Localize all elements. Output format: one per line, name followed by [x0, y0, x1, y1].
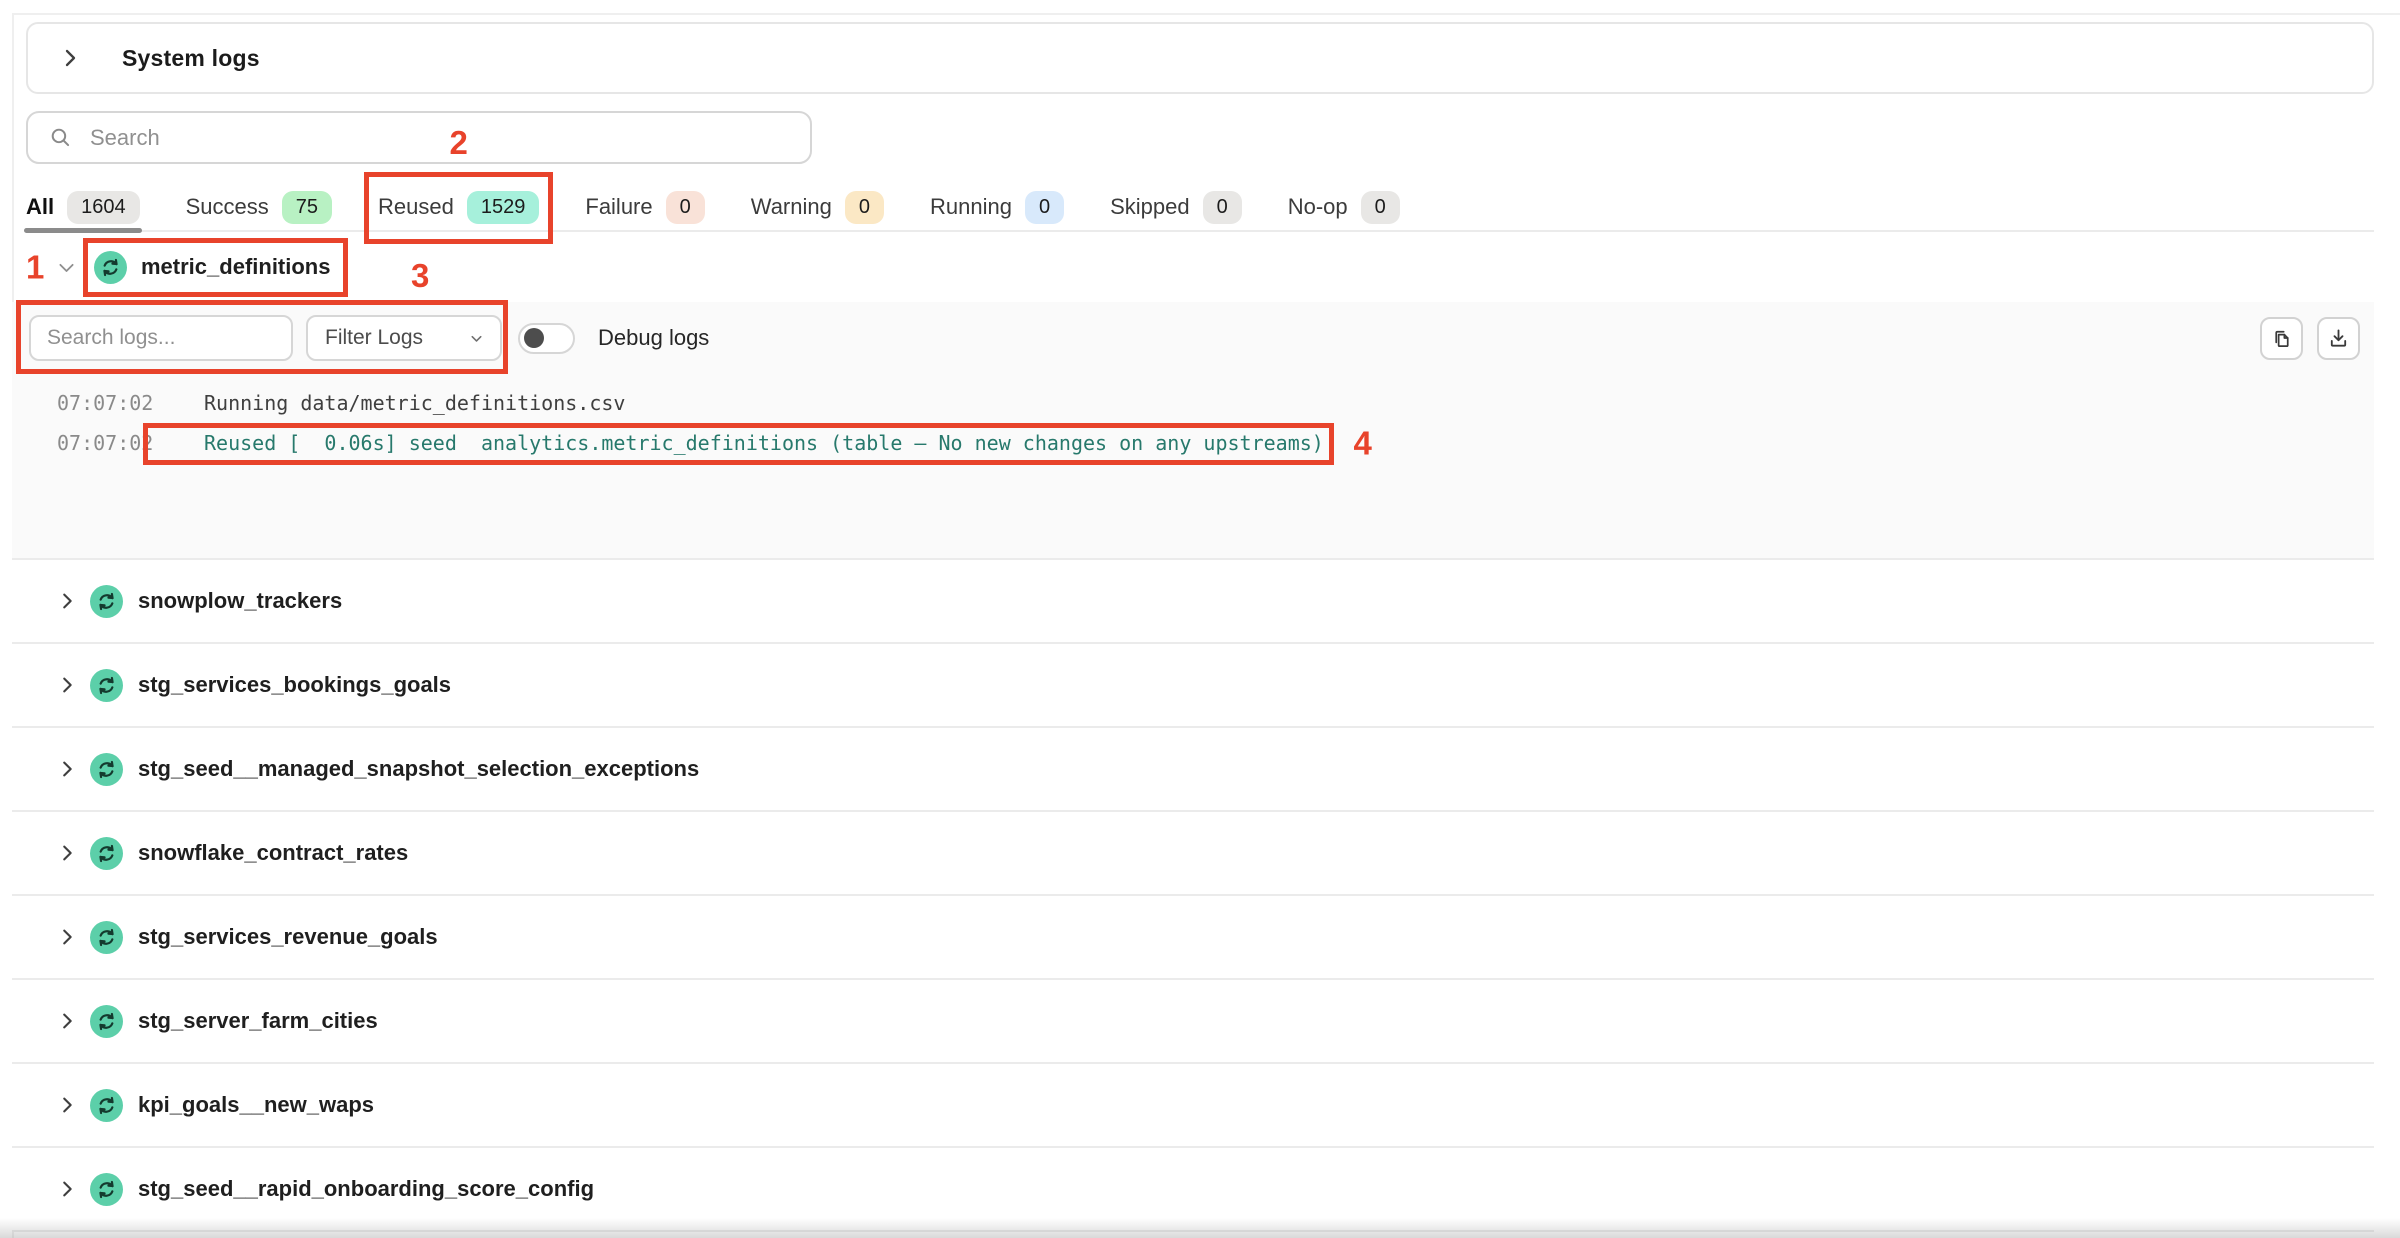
copy-icon: [2270, 327, 2293, 350]
chevron-right-icon: [56, 842, 78, 864]
log-filter-controls: Filter Logs 3: [29, 315, 502, 361]
log-panel: Filter Logs 3 Debug logs: [12, 302, 2374, 560]
tab-label: Skipped: [1110, 194, 1190, 220]
expanded-item-row[interactable]: 1 metric_definitions: [12, 232, 2400, 302]
page-title: System logs: [122, 45, 260, 72]
reused-status-icon: [90, 585, 123, 618]
reused-status-icon: [90, 669, 123, 702]
toggle-knob: [524, 328, 544, 348]
tab-reused[interactable]: Reused 1529 2: [378, 184, 539, 230]
log-timestamp: 07:07:02: [57, 431, 153, 455]
filter-logs-label: Filter Logs: [325, 326, 423, 350]
tab-label: No-op: [1288, 194, 1348, 220]
tab-noop[interactable]: No-op 0: [1288, 184, 1400, 230]
chevron-right-icon: [56, 926, 78, 948]
chevron-down-icon: [468, 330, 485, 347]
reused-status-icon: [90, 1005, 123, 1038]
list-item-label: snowflake_contract_rates: [138, 840, 408, 866]
chevron-right-icon: [56, 758, 78, 780]
chevron-right-icon: [58, 46, 82, 70]
list-item-stg-server-farm-cities[interactable]: stg_server_farm_cities: [12, 980, 2374, 1064]
list-item-label: stg_seed__managed_snapshot_selection_exc…: [138, 756, 699, 782]
list-item-label: snowplow_trackers: [138, 588, 342, 614]
reused-status-icon: [90, 1173, 123, 1206]
tab-warning[interactable]: Warning 0: [751, 184, 884, 230]
list-item-label: stg_services_bookings_goals: [138, 672, 451, 698]
log-toolbar: Filter Logs 3 Debug logs: [29, 315, 2360, 361]
tab-skipped[interactable]: Skipped 0: [1110, 184, 1242, 230]
tab-failure[interactable]: Failure 0: [585, 184, 704, 230]
search-input[interactable]: [90, 125, 790, 151]
reused-log-target: Reused [ 0.06s] seed analytics.metric_de…: [153, 431, 1324, 455]
status-tabs: All 1604 Success 75 Reused 1529 2 Failur…: [26, 184, 2374, 232]
tab-count-badge: 0: [845, 191, 884, 224]
tab-count-badge: 0: [1203, 191, 1242, 224]
tab-label: Success: [186, 194, 269, 220]
download-logs-button[interactable]: [2317, 317, 2360, 360]
chevron-right-icon: [56, 590, 78, 612]
download-icon: [2327, 327, 2350, 350]
annotation-number-1: 1: [26, 251, 44, 284]
copy-logs-button[interactable]: [2260, 317, 2303, 360]
tab-count-badge: 1604: [67, 191, 140, 224]
reused-status-icon: [90, 837, 123, 870]
tab-count-badge: 75: [282, 191, 332, 224]
list-item-label: kpi_goals__new_waps: [138, 1092, 374, 1118]
list-item-label: stg_services_revenue_goals: [138, 924, 438, 950]
content-area: System logs All 1604 Success 75 Reused 1…: [12, 13, 2400, 1238]
reused-status-icon: [90, 753, 123, 786]
tab-label: Running: [930, 194, 1012, 220]
tab-label: Failure: [585, 194, 652, 220]
list-item-label: stg_seed__rapid_onboarding_score_config: [138, 1176, 594, 1202]
system-logs-page: System logs All 1604 Success 75 Reused 1…: [0, 0, 2400, 1238]
list-item-label: stg_server_farm_cities: [138, 1008, 378, 1034]
log-timestamp: 07:07:02: [57, 391, 153, 415]
chevron-down-icon[interactable]: [56, 257, 77, 278]
list-item-stg-services-bookings-goals[interactable]: stg_services_bookings_goals: [12, 644, 2374, 728]
list-item-stg-seed-rapid-onboarding-score-config[interactable]: stg_seed__rapid_onboarding_score_config: [12, 1148, 2374, 1232]
tab-label: Reused: [378, 194, 454, 220]
list-item-snowplow-trackers[interactable]: snowplow_trackers: [12, 560, 2374, 644]
log-message: Running data/metric_definitions.csv: [204, 391, 625, 415]
tab-count-badge: 0: [1361, 191, 1400, 224]
log-message-reused: Reused [ 0.06s] seed analytics.metric_de…: [204, 431, 1324, 455]
log-line: 07:07:02 Reused [ 0.06s] seed analytics.…: [29, 423, 2360, 463]
search-icon: [48, 125, 73, 150]
debug-logs-label: Debug logs: [598, 325, 709, 351]
list-item-stg-services-revenue-goals[interactable]: stg_services_revenue_goals: [12, 896, 2374, 980]
tab-label: All: [26, 194, 54, 220]
list-item-stg-seed-managed-snapshot-selection-exceptions[interactable]: stg_seed__managed_snapshot_selection_exc…: [12, 728, 2374, 812]
log-output: 07:07:02 Running data/metric_definitions…: [29, 383, 2360, 463]
log-line: 07:07:02 Running data/metric_definitions…: [29, 383, 2360, 423]
tab-running[interactable]: Running 0: [930, 184, 1064, 230]
list-item-kpi-goals-new-waps[interactable]: kpi_goals__new_waps: [12, 1064, 2374, 1148]
debug-logs-toggle[interactable]: [518, 323, 575, 354]
tab-label: Warning: [751, 194, 832, 220]
expanded-item-target: metric_definitions: [85, 241, 346, 294]
chevron-right-icon: [56, 1094, 78, 1116]
reused-status-icon: [94, 251, 127, 284]
chevron-right-icon: [56, 1010, 78, 1032]
item-list: snowplow_trackers stg_services_bookings_…: [12, 560, 2400, 1232]
reused-status-icon: [90, 921, 123, 954]
log-search-input[interactable]: [29, 315, 293, 361]
global-search: [26, 111, 812, 164]
list-item-snowflake-contract-rates[interactable]: snowflake_contract_rates: [12, 812, 2374, 896]
reused-status-icon: [90, 1089, 123, 1122]
expanded-item-label: metric_definitions: [141, 254, 330, 280]
tab-all[interactable]: All 1604: [26, 184, 140, 230]
chevron-right-icon: [56, 674, 78, 696]
tab-count-badge: 1529: [467, 191, 540, 224]
tab-count-badge: 0: [1025, 191, 1064, 224]
system-logs-card[interactable]: System logs: [26, 22, 2374, 94]
filter-logs-dropdown[interactable]: Filter Logs: [306, 315, 502, 361]
annotation-number-4: 4: [1353, 427, 1371, 460]
tab-success[interactable]: Success 75: [186, 184, 332, 230]
tab-count-badge: 0: [666, 191, 705, 224]
chevron-right-icon: [56, 1178, 78, 1200]
